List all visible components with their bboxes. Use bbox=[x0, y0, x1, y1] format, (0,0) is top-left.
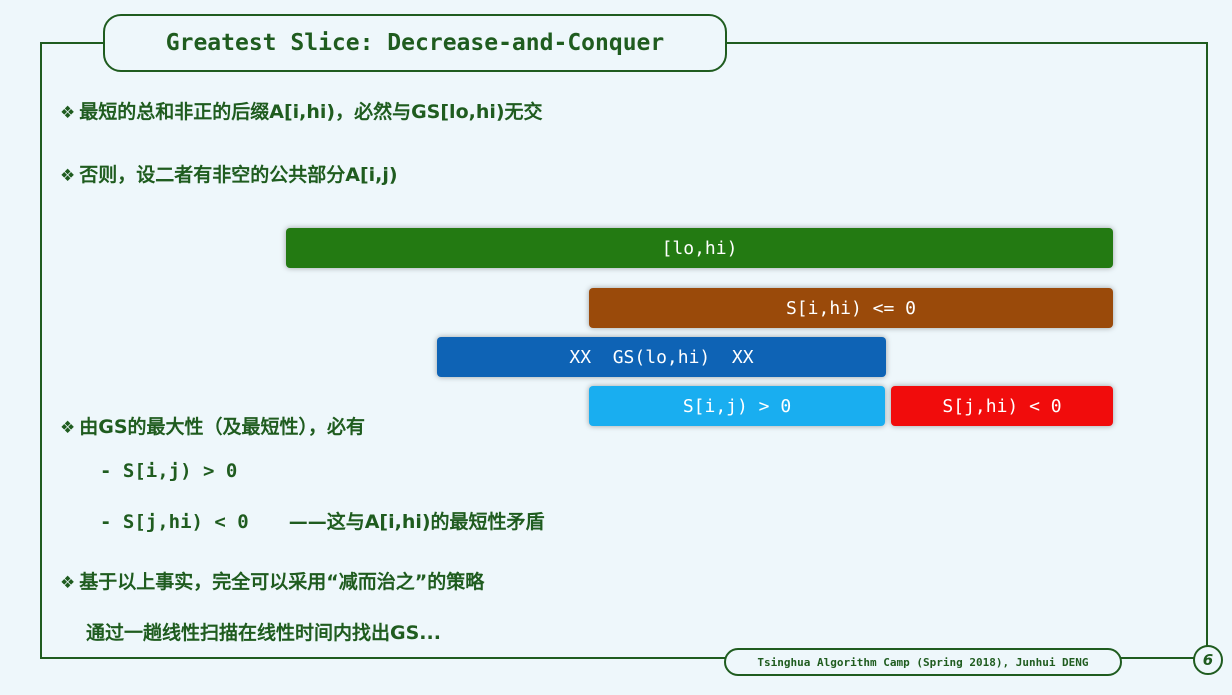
bar-s-j-hi: S[j,hi) < 0 bbox=[891, 386, 1113, 426]
bullet-4-cont-text: 通过一趟线性扫描在线性时间内找出GS... bbox=[86, 622, 441, 644]
bar-s-i-j-label: S[i,j) > 0 bbox=[682, 395, 792, 417]
diamond-bullet-icon: ❖ bbox=[60, 103, 76, 123]
bullet-4-text: 基于以上事实，完全可以采用“减而治之”的策略 bbox=[79, 571, 485, 593]
bar-s-j-hi-label: S[j,hi) < 0 bbox=[942, 395, 1062, 417]
sub-line-2-text: ——这与A[i,hi)的最短性矛盾 bbox=[288, 511, 545, 533]
page-number: 6 bbox=[1202, 651, 1214, 669]
sub-line-1-text: - S[i,j) > 0 bbox=[100, 460, 238, 482]
footer-credit: Tsinghua Algorithm Camp (Spring 2018), J… bbox=[724, 648, 1122, 676]
diamond-bullet-icon: ❖ bbox=[60, 418, 76, 438]
diamond-bullet-icon: ❖ bbox=[60, 573, 76, 593]
footer-text: Tsinghua Algorithm Camp (Spring 2018), J… bbox=[757, 655, 1089, 669]
bar-s-i-j: S[i,j) > 0 bbox=[589, 386, 885, 426]
bullet-4-continuation: 通过一趟线性扫描在线性时间内找出GS... bbox=[86, 618, 441, 645]
bar-lo-hi: [lo,hi) bbox=[286, 228, 1113, 268]
bullet-1: ❖ 最短的总和非正的后缀A[i,hi)，必然与GS[lo,hi)无交 bbox=[60, 97, 543, 124]
bullet-3: ❖ 由GS的最大性（及最短性），必有 bbox=[60, 412, 365, 439]
bar-s-i-hi-label: S[i,hi) <= 0 bbox=[785, 297, 917, 319]
bullet-4: ❖ 基于以上事实，完全可以采用“减而治之”的策略 bbox=[60, 567, 484, 594]
page-number-badge: 6 bbox=[1193, 645, 1223, 675]
bar-gs-label: XX GS(lo,hi) XX bbox=[569, 346, 754, 368]
sub-line-2-code: - S[j,hi) < 0 bbox=[100, 511, 249, 533]
bullet-2: ❖ 否则，设二者有非空的公共部分A[i,j) bbox=[60, 160, 398, 187]
sub-line-2: - S[j,hi) < 0 ——这与A[i,hi)的最短性矛盾 bbox=[100, 507, 545, 534]
bullet-2-text: 否则，设二者有非空的公共部分A[i,j) bbox=[79, 164, 398, 186]
bullet-1-text: 最短的总和非正的后缀A[i,hi)，必然与GS[lo,hi)无交 bbox=[79, 101, 543, 123]
title-box: Greatest Slice: Decrease-and-Conquer bbox=[103, 14, 727, 72]
bullet-3-text: 由GS的最大性（及最短性），必有 bbox=[79, 416, 366, 438]
bar-gs: XX GS(lo,hi) XX bbox=[437, 337, 886, 377]
diamond-bullet-icon: ❖ bbox=[60, 166, 76, 186]
bar-s-i-hi: S[i,hi) <= 0 bbox=[589, 288, 1113, 328]
bar-lo-hi-label: [lo,hi) bbox=[661, 237, 738, 259]
slide-title: Greatest Slice: Decrease-and-Conquer bbox=[165, 30, 665, 56]
sub-line-1: - S[i,j) > 0 bbox=[100, 460, 237, 482]
